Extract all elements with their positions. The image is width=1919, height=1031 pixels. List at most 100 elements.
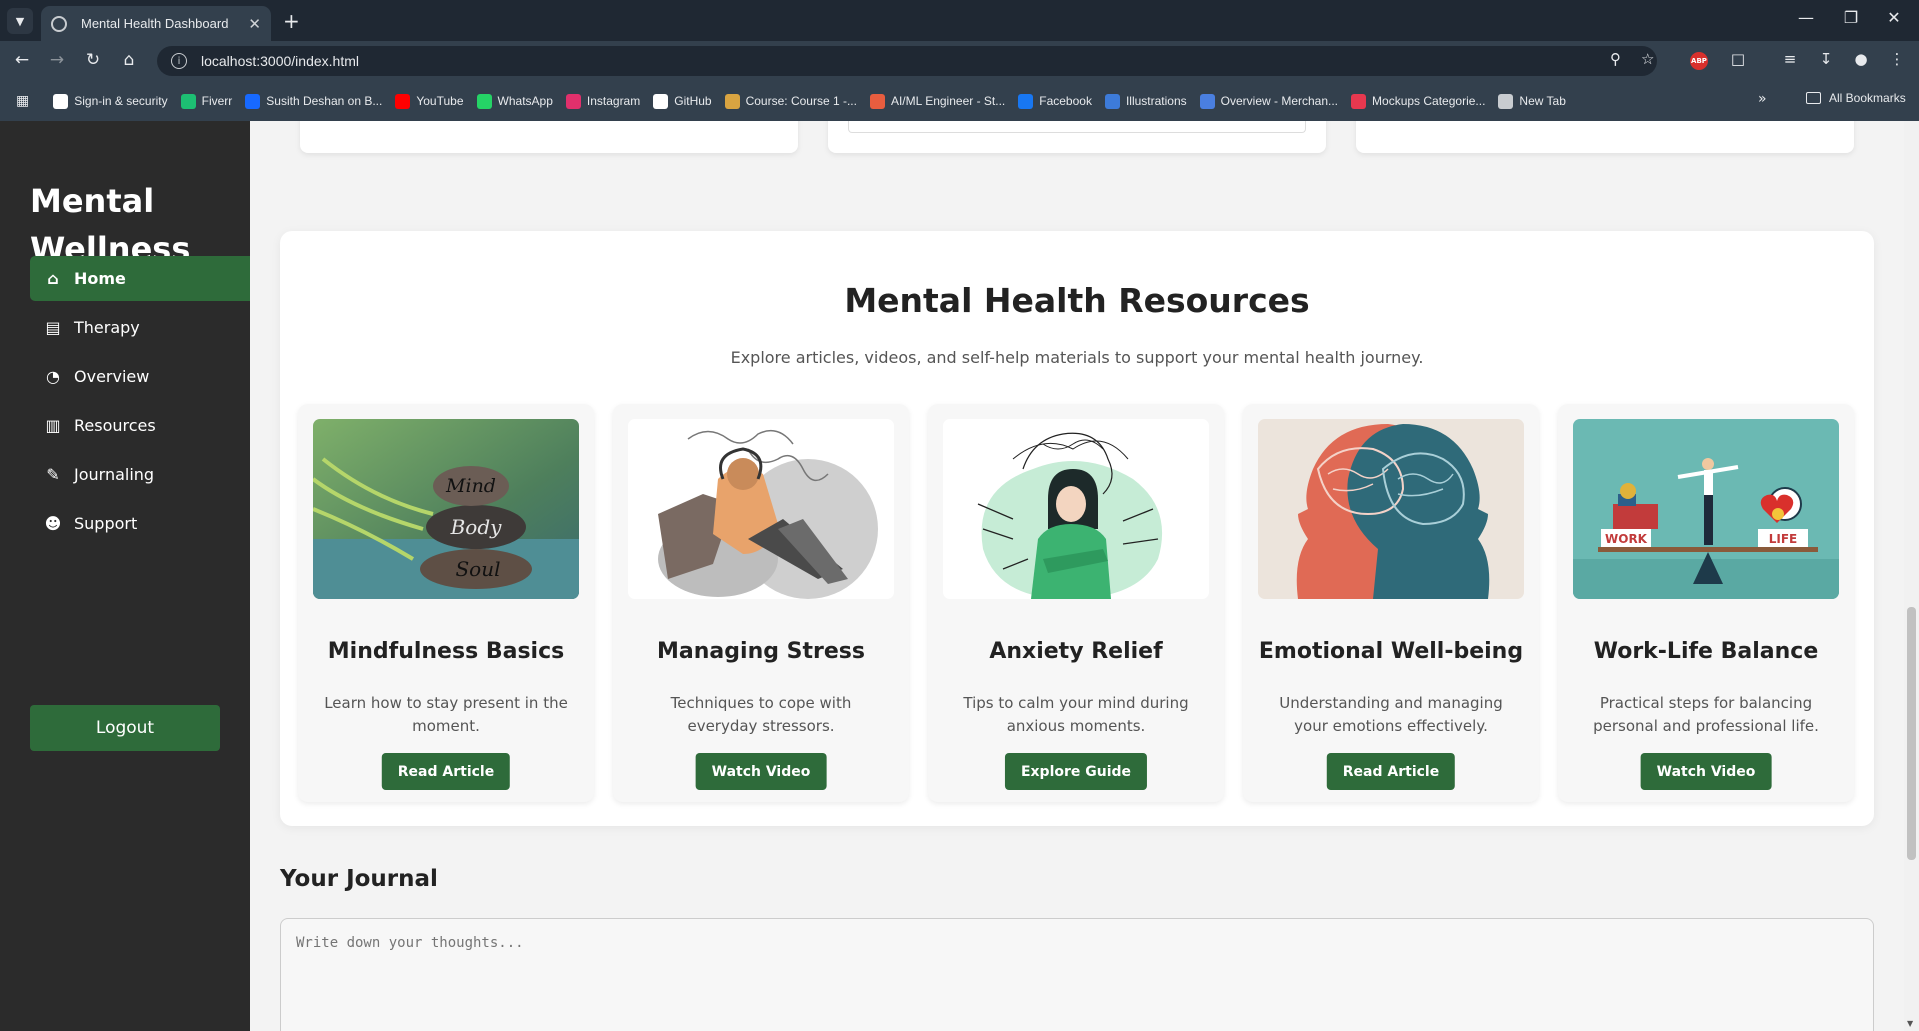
bookmarks-bar: ▦ Sign-in & security Fiverr Susith Deshan …: [0, 81, 1919, 121]
bookmark-item[interactable]: Course: Course 1 -...: [724, 93, 857, 109]
image-text-body: Body: [450, 515, 503, 539]
card-title: Work-Life Balance: [1593, 639, 1819, 664]
home-browser-icon[interactable]: ⌂: [117, 50, 141, 70]
sidebar-item-label: Therapy: [74, 318, 140, 337]
card-description: Understanding and managing your emotions…: [1279, 694, 1503, 735]
bookmark-item[interactable]: GitHub: [653, 93, 712, 109]
forward-icon[interactable]: →: [45, 50, 69, 70]
read-article-button[interactable]: Read Article: [381, 753, 511, 790]
bookmark-label: Illustrations: [1125, 94, 1187, 108]
folder-icon: [1806, 92, 1821, 104]
summary-card: [1356, 121, 1854, 153]
bookmark-item[interactable]: AI/ML Engineer - St...: [869, 93, 1006, 109]
image-text-soul: Soul: [455, 557, 500, 581]
fiverr-icon: [180, 93, 196, 109]
bookmark-label: AI/ML Engineer - St...: [890, 94, 1006, 108]
sidebar-item-overview[interactable]: ◔ Overview: [30, 354, 250, 399]
adblock-icon[interactable]: ABP: [1690, 52, 1708, 70]
resources-subtitle: Explore articles, videos, and self-help …: [730, 348, 1424, 367]
bookmark-item[interactable]: WhatsApp: [476, 93, 553, 109]
tab-strip: ▼ Mental Health Dashboard ✕ + — ❐ ✕: [0, 0, 1919, 41]
bookmark-item[interactable]: New Tab: [1498, 93, 1566, 109]
back-icon[interactable]: ←: [10, 50, 34, 70]
sidebar-item-support[interactable]: ☻ Support: [30, 501, 250, 546]
tab-title: Mental Health Dashboard: [81, 16, 229, 31]
summary-card: [300, 121, 798, 153]
sidebar-item-therapy[interactable]: ▤ Therapy: [30, 305, 250, 350]
all-bookmarks[interactable]: All Bookmarks: [1806, 91, 1906, 105]
bookmark-label: New Tab: [1519, 94, 1566, 108]
youtube-icon: [395, 93, 411, 109]
emotional-image: [1258, 419, 1524, 599]
explore-guide-button[interactable]: Explore Guide: [1004, 753, 1148, 790]
tab-search-icon[interactable]: ▼: [7, 8, 33, 34]
chevron-double-right-icon[interactable]: »: [1758, 91, 1767, 107]
sidebar-item-home[interactable]: ⌂ Home: [30, 256, 250, 301]
password-key-icon[interactable]: ⚲: [1610, 50, 1621, 68]
bookmark-label: GitHub: [674, 94, 712, 108]
scrollbar-thumb[interactable]: [1907, 607, 1916, 860]
reload-icon[interactable]: ↻: [81, 50, 105, 70]
restore-icon[interactable]: ❐: [1831, 8, 1871, 27]
bookmark-label: Overview - Merchan...: [1220, 94, 1339, 108]
merch-icon: [1199, 93, 1215, 109]
bookmark-item[interactable]: Susith Deshan on B...: [245, 93, 383, 109]
bookmark-item[interactable]: YouTube: [395, 93, 464, 109]
watch-video-button[interactable]: Watch Video: [1640, 753, 1772, 790]
browser-toolbar: ← → ↻ ⌂ i localhost:3000/index.html ⚲ ☆ …: [0, 41, 1919, 81]
summary-input[interactable]: [848, 121, 1306, 133]
mockups-icon: [1351, 93, 1367, 109]
sidebar-item-resources[interactable]: ▥ Resources: [30, 403, 250, 448]
close-icon[interactable]: ✕: [248, 15, 261, 33]
bookmark-item[interactable]: Sign-in & security: [53, 93, 168, 109]
stress-image: [628, 419, 894, 599]
profile-avatar-icon[interactable]: ●: [1850, 50, 1872, 68]
journal-textarea[interactable]: [280, 918, 1874, 1031]
card-description: Techniques to cope with everyday stresso…: [670, 694, 852, 735]
pencil-icon: ✎: [46, 465, 60, 484]
menu-kebab-icon[interactable]: ⋮: [1886, 50, 1908, 68]
logout-button[interactable]: Logout: [30, 705, 220, 751]
book-icon: ▥: [45, 416, 61, 435]
bookmark-label: Instagram: [586, 94, 641, 108]
card-description: Tips to calm your mind during anxious mo…: [963, 694, 1189, 735]
resource-card: Emotional Well-being Understanding and m…: [1243, 404, 1539, 802]
minimize-icon[interactable]: —: [1786, 8, 1826, 27]
bookmark-label: WhatsApp: [497, 94, 553, 108]
address-bar[interactable]: i localhost:3000/index.html: [157, 46, 1657, 76]
journal-title: Your Journal: [280, 866, 438, 892]
read-article-button[interactable]: Read Article: [1326, 753, 1456, 790]
page-scrollbar[interactable]: ▼: [1904, 121, 1919, 1031]
bookmark-item[interactable]: Overview - Merchan...: [1199, 93, 1339, 109]
apps-grid-icon[interactable]: ▦: [16, 93, 29, 109]
watch-video-button[interactable]: Watch Video: [695, 753, 827, 790]
bookmark-item[interactable]: Fiverr: [180, 93, 233, 109]
extensions-icon[interactable]: □: [1727, 50, 1749, 68]
illustrations-icon: [1104, 93, 1120, 109]
bookmark-item[interactable]: Illustrations: [1104, 93, 1187, 109]
sidebar-item-label: Resources: [74, 416, 156, 435]
media-icon[interactable]: ≡: [1779, 50, 1801, 68]
bookmark-label: Susith Deshan on B...: [266, 94, 383, 108]
bookmark-star-icon[interactable]: ☆: [1641, 50, 1654, 68]
bookmark-label: Fiverr: [201, 94, 233, 108]
all-bookmarks-label: All Bookmarks: [1829, 91, 1906, 105]
new-tab-icon[interactable]: +: [283, 9, 300, 33]
sidebar-item-label: Home: [74, 269, 126, 288]
bookmark-item[interactable]: Facebook: [1018, 93, 1092, 109]
download-icon[interactable]: ↧: [1815, 50, 1837, 68]
browser-tab[interactable]: Mental Health Dashboard ✕: [41, 6, 271, 41]
scroll-down-arrow-icon[interactable]: ▼: [1907, 1019, 1913, 1028]
window-close-icon[interactable]: ✕: [1874, 8, 1914, 27]
sidebar-item-label: Support: [74, 514, 138, 533]
bookmark-item[interactable]: Instagram: [565, 93, 641, 109]
main-content: Mental Health Resources Explore articles…: [250, 121, 1904, 1031]
bookmark-label: Sign-in & security: [74, 94, 168, 108]
bookmark-label: Mockups Categorie...: [1372, 94, 1486, 108]
sidebar-item-journaling[interactable]: ✎ Journaling: [30, 452, 250, 497]
site-info-icon[interactable]: i: [171, 53, 187, 69]
globe-icon: [51, 15, 67, 32]
resource-card: WORK LIFE Work-Life Balance Practical st…: [1558, 404, 1854, 802]
bookmark-item[interactable]: Mockups Categorie...: [1351, 93, 1486, 109]
card-description: Practical steps for balancing personal a…: [1593, 694, 1819, 735]
